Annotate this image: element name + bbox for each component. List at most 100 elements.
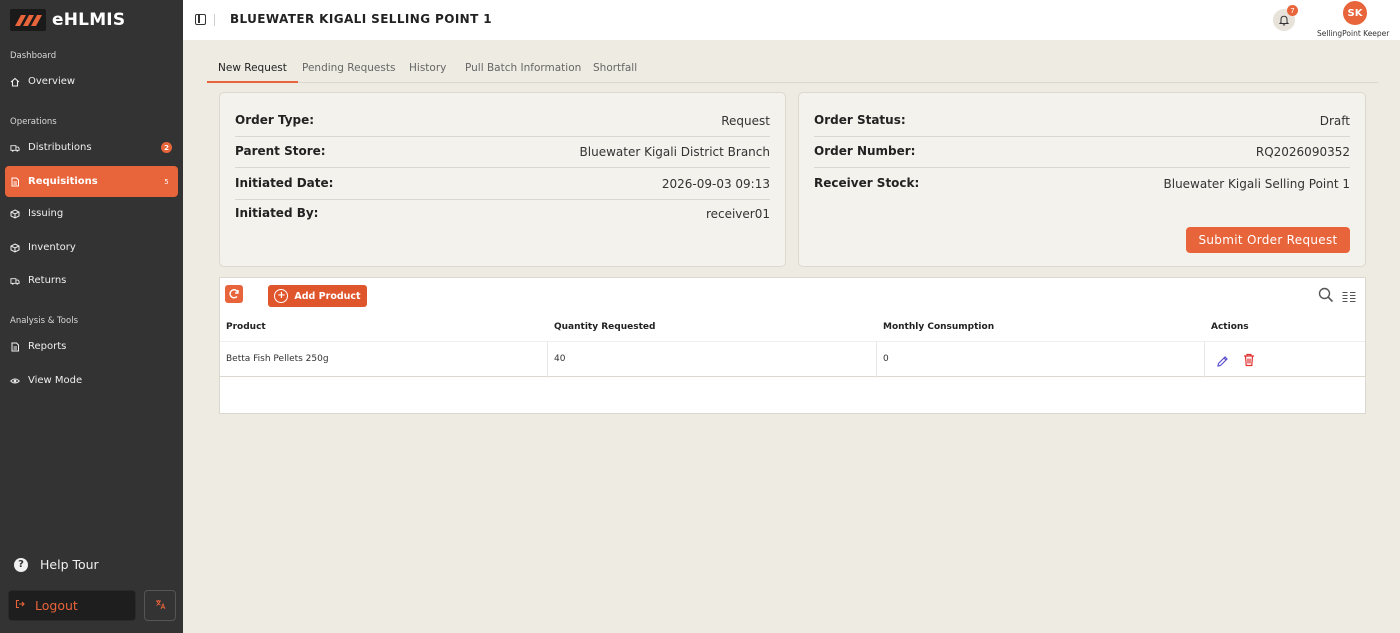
table-row[interactable]: Betta Fish Pellets 250g 40 0 [220,341,1365,378]
parent-store-value: Bluewater Kigali District Branch [579,145,770,159]
brand[interactable]: eHLMIS [10,8,125,32]
translate-button[interactable] [144,590,176,621]
sidebar-item-label: Distributions [28,142,92,153]
notification-count-badge: 7 [1287,5,1298,16]
tab-history[interactable]: History [398,58,457,83]
header-divider [214,14,215,26]
box-icon [10,208,20,219]
eye-icon [10,376,20,386]
translate-icon [155,599,166,613]
truck-icon [10,143,20,153]
order-status-value: Draft [1319,114,1350,128]
receiver-stock-value: Bluewater Kigali Selling Point 1 [1163,177,1351,191]
add-product-button[interactable]: + Add Product [268,285,367,307]
column-header[interactable]: Quantity Requested [554,322,655,332]
delete-icon[interactable] [1243,352,1255,371]
edit-icon[interactable] [1216,353,1229,372]
sidebar-item-overview[interactable]: Overview [5,66,178,97]
box-icon [10,242,20,253]
logout-label: Logout [35,598,78,613]
column-divider [547,342,548,378]
home-icon [10,77,20,87]
logout-button[interactable]: Logout [8,590,136,621]
section-operations: Operations [10,117,57,127]
help-tour-button[interactable]: ? Help Tour [14,557,99,572]
truck-icon [10,276,20,286]
order-type-label: Order Type: [235,113,315,127]
document-icon [10,342,20,352]
user-avatar[interactable]: SK [1343,1,1367,25]
column-header: Actions [1211,322,1249,332]
sidebar-item-label: Reports [28,341,67,352]
sidebar-toggle-icon[interactable] [195,14,206,25]
info-row: Receiver Stock: Bluewater Kigali Selling… [814,169,1350,200]
columns-icon[interactable] [1342,288,1356,307]
page-title: BLUEWATER KIGALI SELLING POINT 1 [230,12,493,26]
initiated-by-value: receiver01 [705,207,770,221]
column-header[interactable]: Product [226,322,266,332]
sidebar-item-inventory[interactable]: Inventory [5,232,178,263]
count-badge: 5 [164,177,169,186]
info-row: Initiated By: receiver01 [235,199,770,230]
order-number-value: RQ2026090352 [1255,145,1350,159]
top-header: BLUEWATER KIGALI SELLING POINT 1 7 SK Se… [183,0,1400,40]
initiated-date-label: Initiated Date: [235,176,334,190]
sidebar-item-issuing[interactable]: Issuing [5,198,178,229]
add-product-label: Add Product [294,290,361,302]
section-analysis-tools: Analysis & Tools [10,316,78,326]
search-icon[interactable] [1318,287,1334,307]
sidebar-item-label: Issuing [28,208,64,219]
tab-pending-requests[interactable]: Pending Requests [291,58,406,83]
order-details-card: Order Type: Request Parent Store: Bluewa… [219,92,786,267]
sidebar-item-view-mode[interactable]: View Mode [5,365,178,396]
product-cell: Betta Fish Pellets 250g [226,354,329,364]
info-row: Order Status: Draft [814,106,1350,137]
refresh-icon [228,285,240,304]
order-status-label: Order Status: [814,113,906,127]
sidebar-item-requisitions[interactable]: Requisitions 5 [5,166,178,197]
parent-store-label: Parent Store: [235,144,326,158]
sidebar-item-distributions[interactable]: Distributions 2 [5,132,178,163]
products-panel: + Add Product Product Quantity Requested… [219,277,1366,414]
sidebar-item-reports[interactable]: Reports [5,331,178,362]
plus-circle-icon: + [274,289,289,303]
info-row: Initiated Date: 2026-09-03 09:13 [235,169,770,200]
consumption-cell: 0 [883,354,889,364]
sidebar-item-label: View Mode [28,375,83,386]
order-type-value: Request [721,114,770,128]
initiated-by-label: Initiated By: [235,206,319,220]
help-tour-label: Help Tour [40,557,99,572]
section-dashboard: Dashboard [10,51,57,61]
user-role: SellingPoint Keeper [1317,29,1390,38]
question-icon: ? [14,557,28,572]
info-row: Order Number: RQ2026090352 [814,137,1350,168]
column-divider [1204,342,1205,378]
initiated-date-value: 2026-09-03 09:13 [661,177,770,191]
sidebar-item-label: Overview [28,76,76,87]
app-name: eHLMIS [52,10,126,30]
quantity-cell: 40 [554,354,566,364]
table-header: Product Quantity Requested Monthly Consu… [220,314,1365,341]
tab-pull-batch-information[interactable]: Pull Batch Information [454,58,592,83]
sidebar: eHLMIS Dashboard Overview Operations Dis… [0,0,183,633]
sidebar-item-label: Inventory [28,242,76,253]
order-number-label: Order Number: [814,144,916,158]
count-badge: 2 [161,142,172,153]
sidebar-item-returns[interactable]: Returns [5,265,178,296]
info-row: Order Type: Request [235,106,770,137]
request-tabs: New Request Pending Requests History Pul… [207,58,1378,83]
column-divider [876,342,877,378]
logo-icon [10,9,46,31]
logout-icon [15,599,25,612]
column-header[interactable]: Monthly Consumption [883,322,994,332]
info-row: Parent Store: Bluewater Kigali District … [235,137,770,168]
document-icon [10,177,20,187]
submit-order-button[interactable]: Submit Order Request [1186,227,1350,253]
sidebar-item-label: Requisitions [28,176,98,187]
sidebar-item-label: Returns [28,275,67,286]
tab-new-request[interactable]: New Request [207,58,298,83]
refresh-button[interactable] [225,285,243,303]
order-status-card: Order Status: Draft Order Number: RQ2026… [798,92,1366,267]
tab-shortfall[interactable]: Shortfall [582,58,648,83]
receiver-stock-label: Receiver Stock: [814,176,920,190]
